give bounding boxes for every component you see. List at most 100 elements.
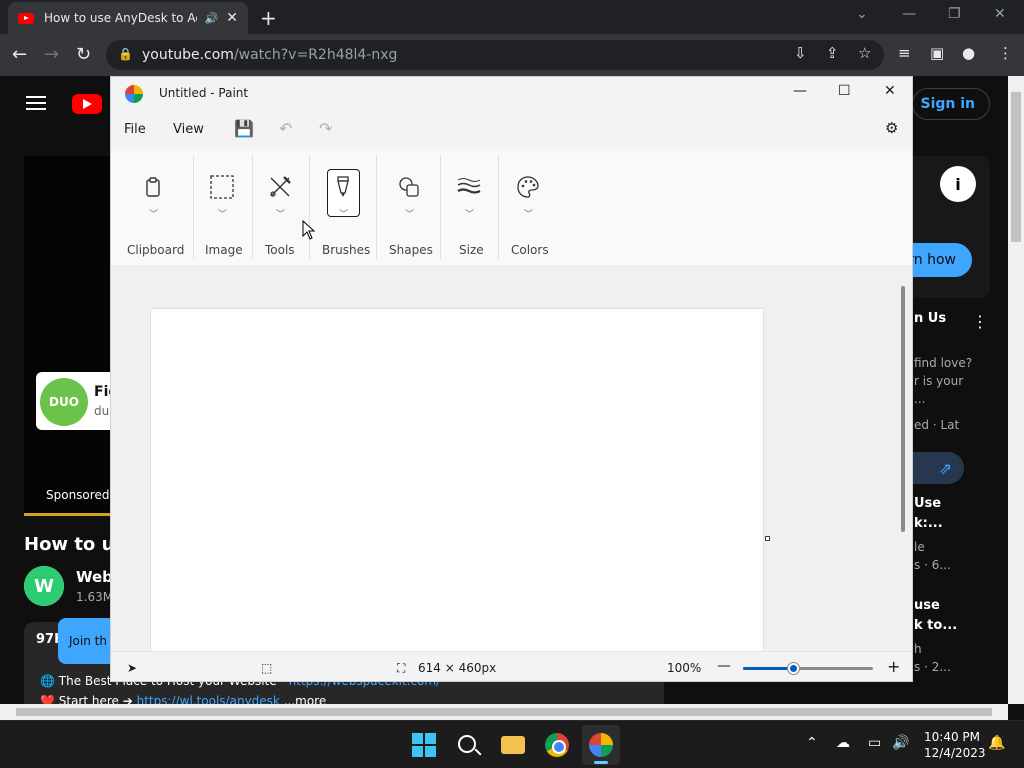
youtube-logo-icon[interactable] <box>72 94 102 114</box>
network-icon[interactable]: ▭ <box>868 735 881 751</box>
menu-kebab-icon[interactable]: ⋮ <box>998 44 1013 62</box>
zoom-slider-handle[interactable] <box>788 663 799 674</box>
notification-bell-icon[interactable]: 🔔 <box>988 735 1005 751</box>
menu-file[interactable]: File <box>124 122 146 137</box>
file-explorer-icon[interactable] <box>501 736 525 754</box>
chevron-down-icon[interactable]: ﹀ <box>276 207 285 220</box>
clipboard-icon <box>146 177 160 197</box>
paint-minimize-button[interactable]: — <box>793 83 807 99</box>
zoom-slider[interactable] <box>743 663 873 674</box>
side-item-title[interactable]: k:... <box>914 516 943 531</box>
volume-icon[interactable]: 🔊 <box>892 735 909 751</box>
side-item-title[interactable]: k to... <box>914 618 957 633</box>
group-label: Size <box>459 243 484 257</box>
close-button[interactable]: ✕ <box>994 6 1006 22</box>
group-label: Clipboard <box>127 243 185 257</box>
canvas-resize-handle[interactable] <box>765 536 770 541</box>
chevron-down-icon[interactable]: ﹀ <box>465 207 474 220</box>
page-horizontal-scrollbar[interactable] <box>0 704 1008 720</box>
side-item-title[interactable]: Use <box>914 496 941 511</box>
show-hidden-icons-icon[interactable]: ⌃ <box>806 735 818 751</box>
zoom-level[interactable]: 100% <box>667 661 701 675</box>
channel-subscribers: 1.63M <box>76 590 114 604</box>
url-host: youtube.com <box>142 47 234 63</box>
url-path: /watch?v=R2h48l4-nxg <box>233 47 398 63</box>
tab-search-icon[interactable]: ⌄ <box>856 6 868 22</box>
clock-date: 12/4/2023 <box>924 746 986 760</box>
chevron-down-icon[interactable]: ﹀ <box>218 207 227 220</box>
side-panel-icon[interactable]: ▣ <box>930 44 944 62</box>
channel-avatar[interactable] <box>24 566 64 606</box>
zoom-out-icon[interactable]: — <box>717 658 731 674</box>
taskbar-clock[interactable]: 10:40 PM 12/4/2023 <box>924 729 986 761</box>
taskbar: ⌃ ☁ ▭ 🔊 10:40 PM 12/4/2023 🔔 <box>0 720 1024 768</box>
ribbon-divider <box>376 155 377 259</box>
onedrive-cloud-icon[interactable]: ☁ <box>836 735 850 751</box>
paint-maximize-button[interactable]: ☐ <box>838 83 851 99</box>
canvas-workspace[interactable] <box>111 268 912 668</box>
ribbon-group-size[interactable]: ﹀ Size <box>453 149 501 267</box>
side-item-title[interactable]: use <box>914 598 940 613</box>
redo-icon[interactable]: ↷ <box>319 119 332 138</box>
media-control-icon[interactable]: ≡ <box>898 44 911 62</box>
paint-taskbar-icon[interactable] <box>589 733 613 757</box>
paint-app-icon <box>125 85 143 103</box>
chevron-down-icon[interactable]: ﹀ <box>524 207 533 220</box>
lock-icon[interactable]: 🔒 <box>118 47 133 61</box>
ribbon-group-brushes[interactable]: ﹀ Brushes <box>321 149 381 267</box>
save-icon[interactable]: 💾 <box>234 119 254 138</box>
account-settings-icon[interactable]: ⚙ <box>885 119 898 137</box>
sound-icon[interactable]: 🔊 <box>205 12 219 25</box>
chevron-down-icon[interactable]: ﹀ <box>405 207 414 220</box>
canvas-vertical-scrollbar[interactable] <box>901 286 905 532</box>
reload-button[interactable]: ↻ <box>76 44 91 65</box>
sign-in-button[interactable]: Sign in <box>912 88 990 120</box>
undo-icon[interactable]: ↶ <box>279 119 292 138</box>
chevron-down-icon[interactable]: ﹀ <box>339 207 348 220</box>
ribbon-group-colors[interactable]: ﹀ Colors <box>509 149 563 267</box>
more-options-icon[interactable]: ⋮ <box>972 312 988 331</box>
scrollbar-thumb[interactable] <box>16 708 992 716</box>
new-tab-button[interactable]: + <box>260 6 277 30</box>
zoom-slider-fill <box>743 667 793 670</box>
ribbon-divider <box>440 155 441 259</box>
ribbon-group-image[interactable]: ﹀ Image <box>203 149 255 267</box>
join-button[interactable]: Join th <box>58 618 118 664</box>
ribbon-group-shapes[interactable]: ﹀ Shapes <box>387 149 443 267</box>
tab-close-icon[interactable]: ✕ <box>226 10 238 26</box>
zoom-in-icon[interactable]: + <box>887 657 900 676</box>
drawing-canvas[interactable] <box>150 308 764 668</box>
group-label: Brushes <box>322 243 371 257</box>
side-item-text: r is your <box>914 374 964 388</box>
forward-button[interactable]: → <box>44 44 59 65</box>
minimize-button[interactable]: — <box>902 6 916 22</box>
youtube-favicon-icon <box>18 12 34 24</box>
paint-title: Untitled - Paint <box>159 86 249 100</box>
group-label: Colors <box>511 243 549 257</box>
info-icon[interactable]: i <box>940 166 976 202</box>
paint-close-button[interactable]: ✕ <box>884 83 896 99</box>
group-label: Image <box>205 243 243 257</box>
hamburger-menu-icon[interactable] <box>26 96 46 110</box>
search-icon[interactable] <box>458 735 476 753</box>
profile-icon[interactable]: ● <box>962 44 975 62</box>
ribbon-group-clipboard[interactable]: ﹀ Clipboard <box>125 149 185 267</box>
browser-tab[interactable]: How to use AnyDesk to Acc 🔊 ✕ <box>8 2 248 34</box>
shapes-icon <box>399 177 419 197</box>
menu-view[interactable]: View <box>173 122 204 137</box>
scrollbar-thumb[interactable] <box>1011 92 1021 242</box>
ribbon-group-tools[interactable]: ﹀ Tools <box>263 149 313 267</box>
chrome-icon[interactable] <box>545 733 569 757</box>
share-icon[interactable]: ⇪ <box>826 44 839 62</box>
start-windows-icon[interactable] <box>412 733 436 757</box>
mouse-cursor-icon <box>302 220 316 240</box>
restore-button[interactable]: ❐ <box>948 6 961 22</box>
back-button[interactable]: ← <box>12 44 27 65</box>
page-vertical-scrollbar[interactable] <box>1008 76 1024 704</box>
chevron-down-icon[interactable]: ﹀ <box>149 207 158 220</box>
address-bar[interactable]: 🔒 youtube.com/watch?v=R2h48l4-nxg <box>106 40 884 70</box>
side-item-title[interactable]: n Us <box>914 311 946 326</box>
bookmark-star-icon[interactable]: ☆ <box>858 44 871 62</box>
clock-time: 10:40 PM <box>924 730 980 744</box>
install-icon[interactable]: ⇩ <box>794 44 807 62</box>
